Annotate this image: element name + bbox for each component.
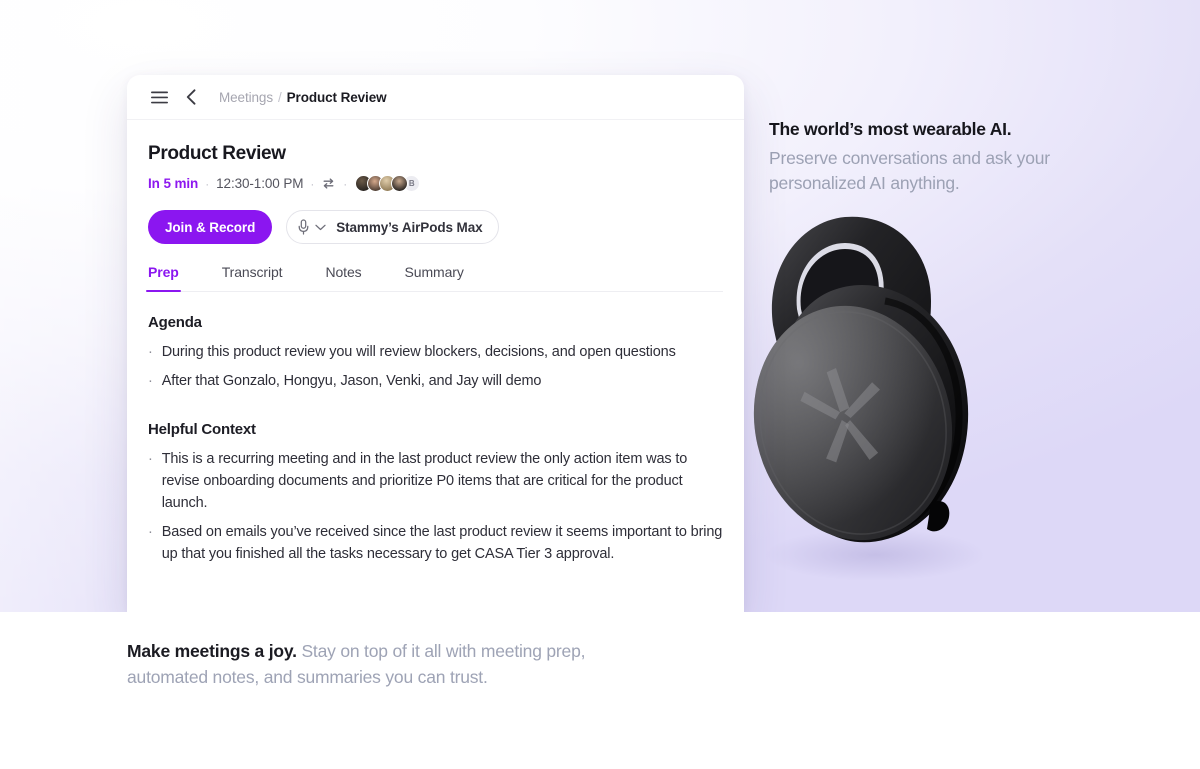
- chevron-down-icon: [315, 224, 326, 231]
- tab-notes[interactable]: Notes: [325, 264, 361, 291]
- hamburger-menu-icon[interactable]: [148, 86, 170, 108]
- selected-audio-device-label: Stammy’s AirPods Max: [336, 219, 483, 235]
- list-item: · During this product review you will re…: [148, 341, 723, 363]
- chevron-left-icon[interactable]: [180, 86, 202, 108]
- promo-headline: The world’s most wearable AI.: [769, 119, 1012, 139]
- tab-bar: Prep Transcript Notes Summary: [146, 264, 723, 292]
- promo-subline: Preserve conversations and ask your pers…: [769, 148, 1050, 193]
- agenda-list: · During this product review you will re…: [148, 341, 723, 392]
- wearable-ai-pendant-illustration: [753, 216, 985, 581]
- bottom-caption-strip: Make meetings a joy. Stay on top of it a…: [0, 612, 1200, 769]
- agenda-heading: Agenda: [148, 314, 202, 331]
- bullet-glyph: ·: [148, 344, 153, 360]
- list-item-text: During this product review you will revi…: [161, 344, 676, 360]
- list-item-text: This is a recurring meeting and in the l…: [161, 451, 688, 511]
- helpful-context-heading: Helpful Context: [148, 421, 256, 438]
- app-card-body: Product Review In 5 min · 12:30-1:00 PM …: [127, 120, 744, 565]
- breadcrumb-current: Product Review: [286, 89, 387, 105]
- microphone-device-select[interactable]: Stammy’s AirPods Max: [286, 210, 499, 244]
- bullet-glyph: ·: [148, 373, 153, 389]
- breadcrumb-parent[interactable]: Meetings: [219, 90, 273, 105]
- microphone-icon: [298, 219, 309, 235]
- promo-copy-block: The world’s most wearable AI. Preserve c…: [769, 117, 1069, 196]
- prep-panel: Agenda · During this product review you …: [148, 292, 723, 565]
- app-topbar: Meetings / Product Review: [127, 75, 744, 120]
- breadcrumb-separator: /: [277, 89, 282, 105]
- meeting-app-card: Meetings / Product Review Product Review…: [127, 75, 744, 612]
- product-device-image: [735, 205, 1005, 585]
- tab-prep[interactable]: Prep: [146, 264, 181, 292]
- tab-summary[interactable]: Summary: [405, 264, 464, 291]
- join-and-record-button[interactable]: Join & Record: [148, 210, 273, 244]
- attendee-avatar-group[interactable]: B: [355, 175, 421, 192]
- meta-separator-3: ·: [343, 176, 348, 191]
- list-item: · This is a recurring meeting and in the…: [148, 448, 723, 514]
- footer-caption-lead: Make meetings a joy.: [127, 641, 297, 661]
- meeting-action-row: Join & Record Stammy’s AirPods Max: [148, 210, 723, 244]
- page-root: The world’s most wearable AI. Preserve c…: [0, 0, 1200, 769]
- footer-caption: Make meetings a joy. Stay on top of it a…: [127, 638, 597, 690]
- bullet-glyph: ·: [148, 524, 153, 540]
- repeat-icon: [321, 177, 336, 190]
- bullet-glyph: ·: [148, 451, 153, 467]
- status-badge-starts-in: In 5 min: [148, 176, 199, 191]
- meeting-meta-row: In 5 min · 12:30-1:00 PM · · B: [148, 175, 723, 192]
- list-item-text: After that Gonzalo, Hongyu, Jason, Venki…: [161, 373, 542, 389]
- tab-transcript[interactable]: Transcript: [222, 264, 283, 291]
- list-item: · After that Gonzalo, Hongyu, Jason, Ven…: [148, 370, 723, 392]
- page-title: Product Review: [148, 143, 286, 164]
- helpful-context-list: · This is a recurring meeting and in the…: [148, 448, 723, 565]
- meeting-time-range: 12:30-1:00 PM: [216, 176, 304, 191]
- list-item-text: Based on emails you’ve received since th…: [161, 524, 723, 562]
- meta-separator-1: ·: [205, 176, 210, 191]
- list-item: · Based on emails you’ve received since …: [148, 521, 723, 565]
- breadcrumb: Meetings / Product Review: [219, 90, 387, 105]
- meta-separator-2: ·: [310, 176, 315, 191]
